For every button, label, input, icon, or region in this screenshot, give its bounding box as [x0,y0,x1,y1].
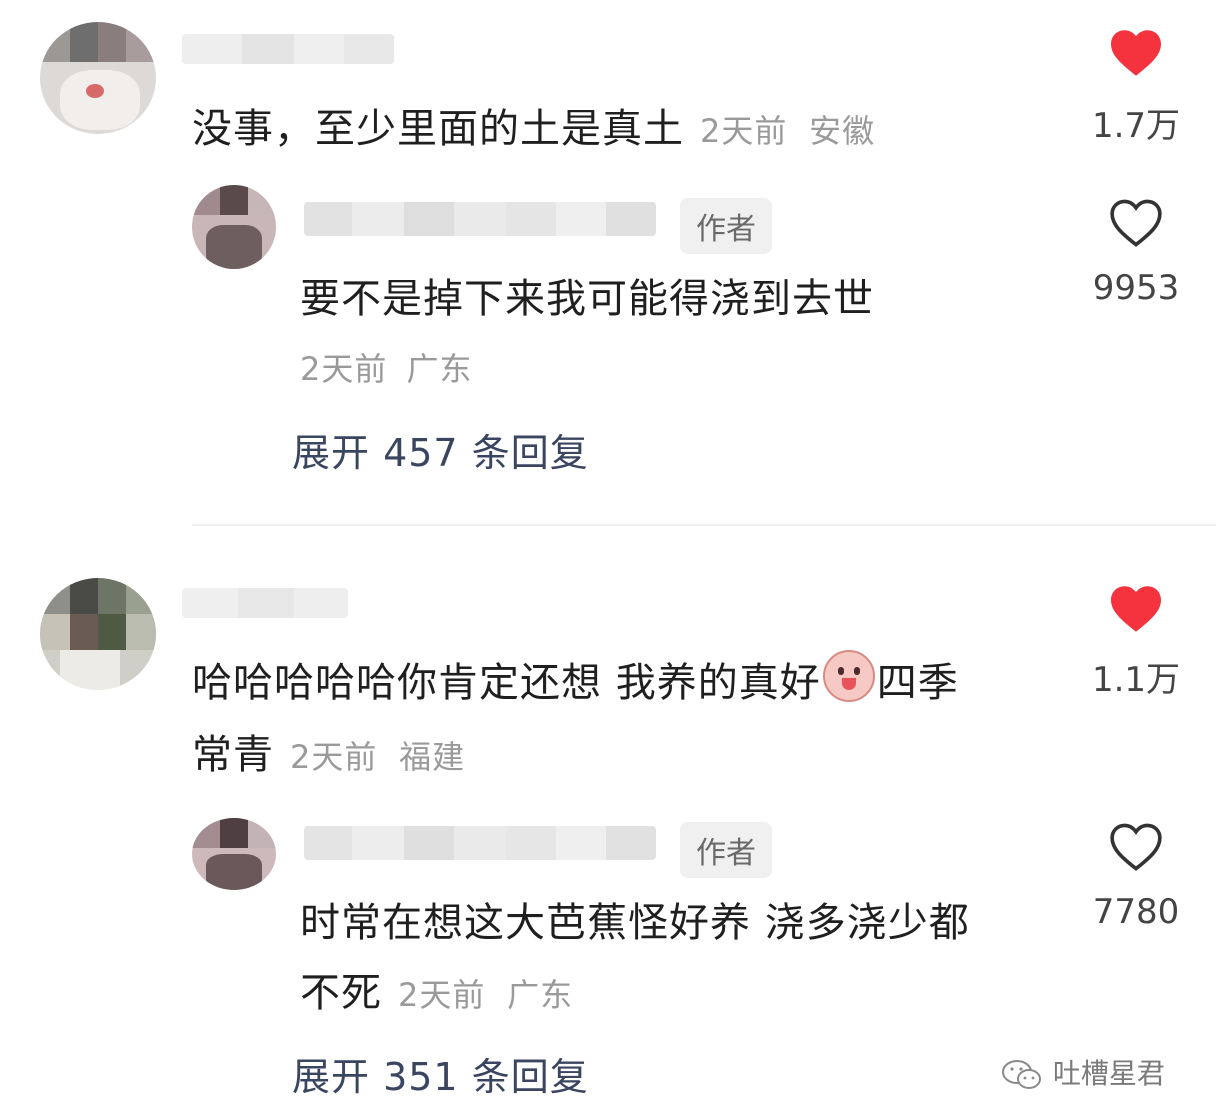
comment-body: 没事，至少里面的土是真土 [192,106,684,152]
reply-text-line2: 不死 2天前 广东 [300,960,573,1018]
like-count: 7780 [1092,892,1180,932]
reply-text: 要不是掉下来我可能得浇到去世 [300,276,874,322]
commenter-avatar[interactable] [40,578,156,690]
reply-location: 广东 [507,976,574,1014]
wechat-icon [1002,1060,1041,1089]
expand-replies-button[interactable]: 展开 457 条回复 [292,422,589,477]
like-count: 1.1万 [1091,660,1181,700]
comment-time: 2天前 [700,112,788,150]
heart-filled-icon[interactable] [1108,28,1164,78]
commenter-name-blurred[interactable] [182,588,348,618]
reply-meta: 2天前 广东 [300,344,473,390]
commenter-avatar[interactable] [40,22,156,134]
comment-body-tail: 四季 [876,660,959,706]
like-count: 1.7万 [1091,106,1181,146]
reply-author-avatar[interactable] [192,818,276,890]
watermark-text: 吐槽星君 [1052,1057,1165,1090]
reply-body-line2: 不死 [300,970,382,1016]
watermark: 吐槽星君 [1000,1052,1165,1093]
expand-replies-button[interactable]: 展开 351 条回复 [292,1046,589,1101]
heart-outline-icon[interactable] [1108,198,1164,248]
reply-author-name-blurred[interactable] [304,202,656,236]
reply-author-name-blurred[interactable] [304,826,656,860]
reply-time: 2天前 [300,350,388,388]
author-badge: 作者 [680,198,772,254]
reply-author-avatar[interactable] [192,185,276,269]
reply-location: 广东 [406,350,473,388]
author-badge: 作者 [680,822,772,878]
comment-text-line1: 哈哈哈哈哈你肯定还想 我养的真好 四季 [192,650,959,708]
heart-filled-icon[interactable] [1108,584,1164,634]
comment-text-line2: 常青 2天前 福建 [192,722,465,780]
reply-time: 2天前 [398,976,486,1014]
comment-body-line2: 常青 [192,732,274,778]
heart-outline-icon[interactable] [1108,822,1164,872]
comment-time: 2天前 [290,738,378,776]
comment-location: 安徽 [809,112,876,150]
comment-location: 福建 [399,738,466,776]
comment-divider [192,524,1216,526]
comment-text: 没事，至少里面的土是真土 2天前 安徽 [192,96,875,154]
reply-text-line1: 时常在想这大芭蕉怪好养 浇多浇少都 [300,900,970,946]
like-count: 9953 [1092,268,1180,308]
comment-body: 哈哈哈哈哈你肯定还想 我养的真好 [192,660,821,706]
commenter-name-blurred[interactable] [182,34,394,64]
blushing-face-emoji [822,650,875,702]
